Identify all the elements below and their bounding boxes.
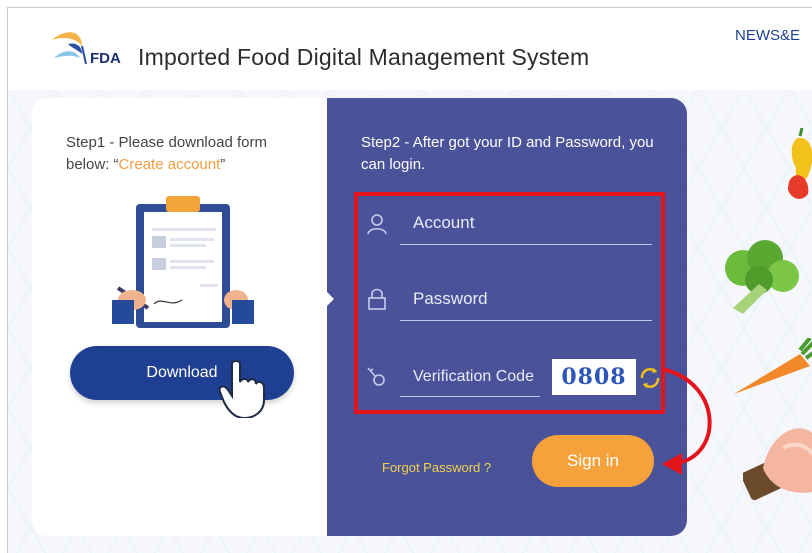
step1-quote-end: ” — [220, 156, 226, 173]
pepper-illustration — [788, 128, 812, 199]
news-link[interactable]: NEWS&E — [735, 27, 800, 44]
login-fields-highlight — [354, 192, 665, 414]
panel-notch — [318, 283, 334, 315]
app-title: Imported Food Digital Management System — [138, 44, 590, 70]
carrot-illustration — [734, 338, 812, 394]
sign-in-button[interactable]: Sign in — [532, 435, 654, 487]
meat-illustration — [743, 428, 812, 501]
step1-instruction: Step1 - Please download form below: “Cre… — [66, 132, 306, 176]
fda-logo-text: FDA — [90, 50, 121, 67]
pointer-hand-icon — [218, 360, 265, 418]
create-account-link[interactable]: Create account — [119, 156, 221, 173]
red-arrow-annotation — [661, 367, 712, 475]
step2-instruction: Step2 - After got your ID and Password, … — [361, 134, 654, 173]
forgot-password-link[interactable]: Forgot Password ? — [382, 460, 491, 475]
login-page: FDA Imported Food Digital Management Sys… — [7, 7, 812, 553]
broccoli-illustration — [725, 240, 799, 314]
clipboard-illustration — [112, 196, 254, 328]
